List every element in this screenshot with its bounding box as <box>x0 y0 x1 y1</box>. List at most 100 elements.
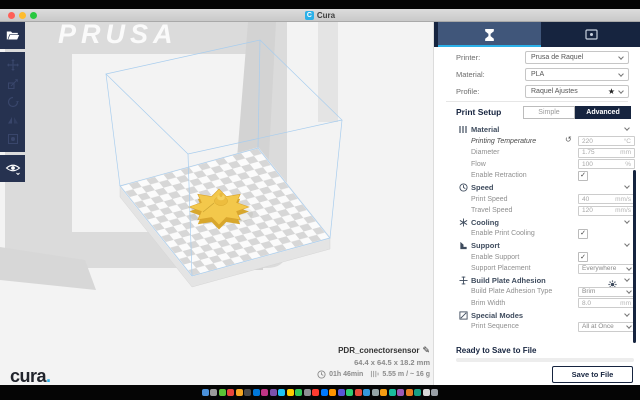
dock-app-icon[interactable] <box>397 389 405 396</box>
dock-app-icon[interactable] <box>286 389 294 396</box>
setting-checkbox[interactable]: ✓ <box>578 170 588 181</box>
dock-app-icon[interactable] <box>337 389 345 396</box>
printer-select[interactable]: Prusa de Raquel <box>525 51 629 64</box>
chevron-down-icon[interactable] <box>624 125 630 131</box>
dock-app-icon[interactable] <box>329 389 337 396</box>
reset-value-icon[interactable]: ↺ <box>565 136 572 144</box>
settings-section-header-build-plate-adhesion[interactable]: Build Plate Adhesion <box>434 275 640 289</box>
dock-app-icon[interactable] <box>414 389 422 396</box>
profile-row: Profile: Raquel Ajustes ★ <box>434 83 640 100</box>
setting-row-support-placement: Support Placement Everywhere <box>434 263 640 275</box>
model-name: PDR_conectorsensor <box>338 345 420 355</box>
dock-app-icon[interactable] <box>303 389 311 396</box>
chevron-down-icon[interactable] <box>624 275 630 282</box>
dock-app-icon[interactable] <box>346 389 354 396</box>
scale-tool-button[interactable] <box>7 75 19 93</box>
move-tool-button[interactable] <box>6 56 19 74</box>
setting-value-input[interactable]: 8.0 mm <box>578 298 635 309</box>
setting-row-brim-width: Brim Width 8.0 mm <box>434 298 640 310</box>
per-model-settings-button[interactable] <box>7 130 19 148</box>
chevron-down-icon[interactable] <box>624 217 630 224</box>
adhesion-icon <box>458 276 468 285</box>
open-file-button[interactable] <box>0 22 25 49</box>
material-select[interactable]: PLA <box>525 68 629 81</box>
section-title: Speed <box>471 183 494 193</box>
setting-select[interactable]: Brim <box>578 286 635 297</box>
chevron-down-icon[interactable] <box>624 241 630 247</box>
setting-checkbox[interactable]: ✓ <box>578 228 588 239</box>
dock-app-icon[interactable] <box>363 389 371 396</box>
dock-app-icon[interactable] <box>371 389 379 396</box>
settings-section-header-cooling[interactable]: Cooling <box>434 217 640 229</box>
setting-row-printing-temperature: Printing Temperature ↺ 220 °C <box>434 136 640 148</box>
dock-app-icon[interactable] <box>320 389 328 396</box>
setting-unit: mm/s <box>615 207 631 215</box>
setting-label: Enable Retraction <box>471 172 527 180</box>
settings-scrollbar[interactable] <box>633 170 636 343</box>
setting-select[interactable]: All at Once <box>578 321 635 332</box>
setting-label: Printing Temperature <box>471 137 537 145</box>
dock-app-icon[interactable] <box>431 389 439 396</box>
mirror-tool-button[interactable] <box>7 111 19 129</box>
setting-checkbox[interactable]: ✓ <box>578 252 588 263</box>
view-mode-button[interactable] <box>0 155 25 182</box>
setting-value-input[interactable]: 220 °C <box>578 136 635 147</box>
dock-app-icon[interactable] <box>380 389 388 396</box>
dock-app-icon[interactable] <box>388 389 396 396</box>
dock-app-icon[interactable] <box>218 389 226 396</box>
setting-value-input[interactable]: 40 mm/s <box>578 194 635 205</box>
setting-value: 1.75 <box>582 149 595 157</box>
dock-app-icon[interactable] <box>252 389 260 396</box>
dock-app-icon[interactable] <box>405 389 413 396</box>
chevron-down-icon[interactable] <box>624 310 630 317</box>
profile-select[interactable]: Raquel Ajustes ★ <box>525 85 629 98</box>
setting-row-print-sequence: Print Sequence All at Once <box>434 321 640 333</box>
dock-app-icon[interactable] <box>244 389 252 396</box>
print-setup-simple-button[interactable]: Simple <box>523 106 575 119</box>
setting-unit: °C <box>623 137 631 145</box>
macos-menubar <box>0 0 640 9</box>
rename-pencil-icon[interactable]: ✎ <box>422 345 430 355</box>
setting-label: Travel Speed <box>471 207 513 215</box>
dock-app-icon[interactable] <box>227 389 235 396</box>
dock-app-icon[interactable] <box>422 389 430 396</box>
window-title-text: Cura <box>316 11 336 20</box>
print-setup-advanced-button[interactable]: Advanced <box>575 106 631 119</box>
cura-logo: cura. <box>10 366 51 385</box>
3d-viewport[interactable]: PRUSA PDR_conectorsensor ✎ 64.4 x 64.5 x… <box>0 22 433 385</box>
setting-unit: mm <box>620 149 631 157</box>
settings-section-header-special-modes[interactable]: Special Modes <box>434 310 640 322</box>
chevron-down-icon <box>618 53 624 60</box>
settings-section-header-speed[interactable]: Speed <box>434 182 640 194</box>
dock-app-icon[interactable] <box>278 389 286 396</box>
open-file-icon <box>6 31 19 40</box>
setting-select[interactable]: Everywhere <box>578 263 635 274</box>
setting-value: 100 <box>582 160 593 168</box>
dock-app-icon[interactable] <box>261 389 269 396</box>
scale-tool-icon <box>7 78 18 89</box>
profile-star-icon[interactable]: ★ <box>608 87 615 96</box>
setting-value-input[interactable]: 120 mm/s <box>578 205 635 216</box>
setting-value: 40 <box>582 195 590 203</box>
dock-app-icon[interactable] <box>269 389 277 396</box>
settings-section-header-support[interactable]: Support <box>434 240 640 252</box>
setting-value-input[interactable]: 1.75 mm <box>578 147 635 158</box>
dock-app-icon[interactable] <box>210 389 218 396</box>
tab-monitor[interactable] <box>541 22 640 47</box>
dock-app-icon[interactable] <box>312 389 320 396</box>
setting-unit: mm/s <box>615 195 631 203</box>
setting-value-input[interactable]: 100% <box>578 159 635 170</box>
chevron-down-icon[interactable] <box>624 183 630 189</box>
dock-app-icon[interactable] <box>295 389 303 396</box>
window-titlebar[interactable]: C Cura <box>0 9 640 22</box>
macos-dock-bar <box>0 385 640 400</box>
save-to-file-button[interactable]: Save to File <box>552 366 633 383</box>
dock-app-icon[interactable] <box>235 389 243 396</box>
tab-prepare[interactable] <box>438 22 541 47</box>
dock-app-icon[interactable] <box>201 389 209 396</box>
per-model-settings-icon <box>7 133 18 144</box>
rotate-tool-button[interactable] <box>7 93 19 111</box>
settings-section-header-material[interactable]: Material <box>434 124 640 136</box>
settings-panel: Printer: Prusa de Raquel Material: PLA P… <box>433 22 640 385</box>
dock-app-icon[interactable] <box>354 389 362 396</box>
